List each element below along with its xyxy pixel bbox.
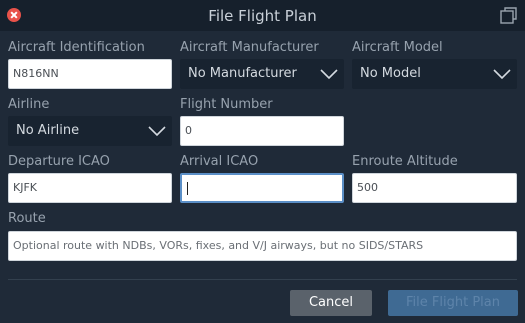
airline-select-value: No Airline — [16, 123, 80, 138]
manufacturer-select[interactable]: No Manufacturer — [180, 59, 344, 89]
airline-select[interactable]: No Airline — [8, 116, 172, 146]
arrival-input[interactable] — [180, 173, 344, 203]
airline-label: Airline — [8, 97, 50, 112]
altitude-label: Enroute Altitude — [352, 154, 458, 169]
arrival-label: Arrival ICAO — [180, 154, 259, 169]
manufacturer-label: Aircraft Manufacturer — [180, 40, 319, 55]
aircraft-id-input[interactable]: N816NN — [8, 59, 172, 89]
window-title: File Flight Plan — [208, 7, 317, 25]
departure-input[interactable]: KJFK — [8, 173, 172, 203]
altitude-input[interactable]: 500 — [352, 173, 517, 203]
text-caret — [187, 181, 188, 195]
departure-label: Departure ICAO — [8, 154, 110, 169]
flight-number-input[interactable]: 0 — [180, 116, 344, 146]
cancel-button[interactable]: Cancel — [290, 290, 372, 316]
flight-number-label: Flight Number — [180, 97, 273, 112]
chevron-down-icon — [320, 69, 338, 80]
divider — [8, 279, 517, 280]
title-bar: File Flight Plan — [0, 0, 525, 31]
aircraft-id-label: Aircraft Identification — [8, 40, 145, 55]
model-select-value: No Model — [360, 66, 421, 81]
popout-window-icon[interactable] — [500, 7, 517, 24]
manufacturer-select-value: No Manufacturer — [188, 66, 297, 81]
model-label: Aircraft Model — [352, 40, 443, 55]
route-label: Route — [8, 211, 46, 226]
model-select[interactable]: No Model — [352, 59, 517, 89]
chevron-down-icon — [493, 69, 511, 80]
route-input[interactable]: Optional route with NDBs, VORs, fixes, a… — [8, 231, 517, 261]
chevron-down-icon — [148, 126, 166, 137]
file-flight-plan-button[interactable]: File Flight Plan — [388, 290, 518, 316]
